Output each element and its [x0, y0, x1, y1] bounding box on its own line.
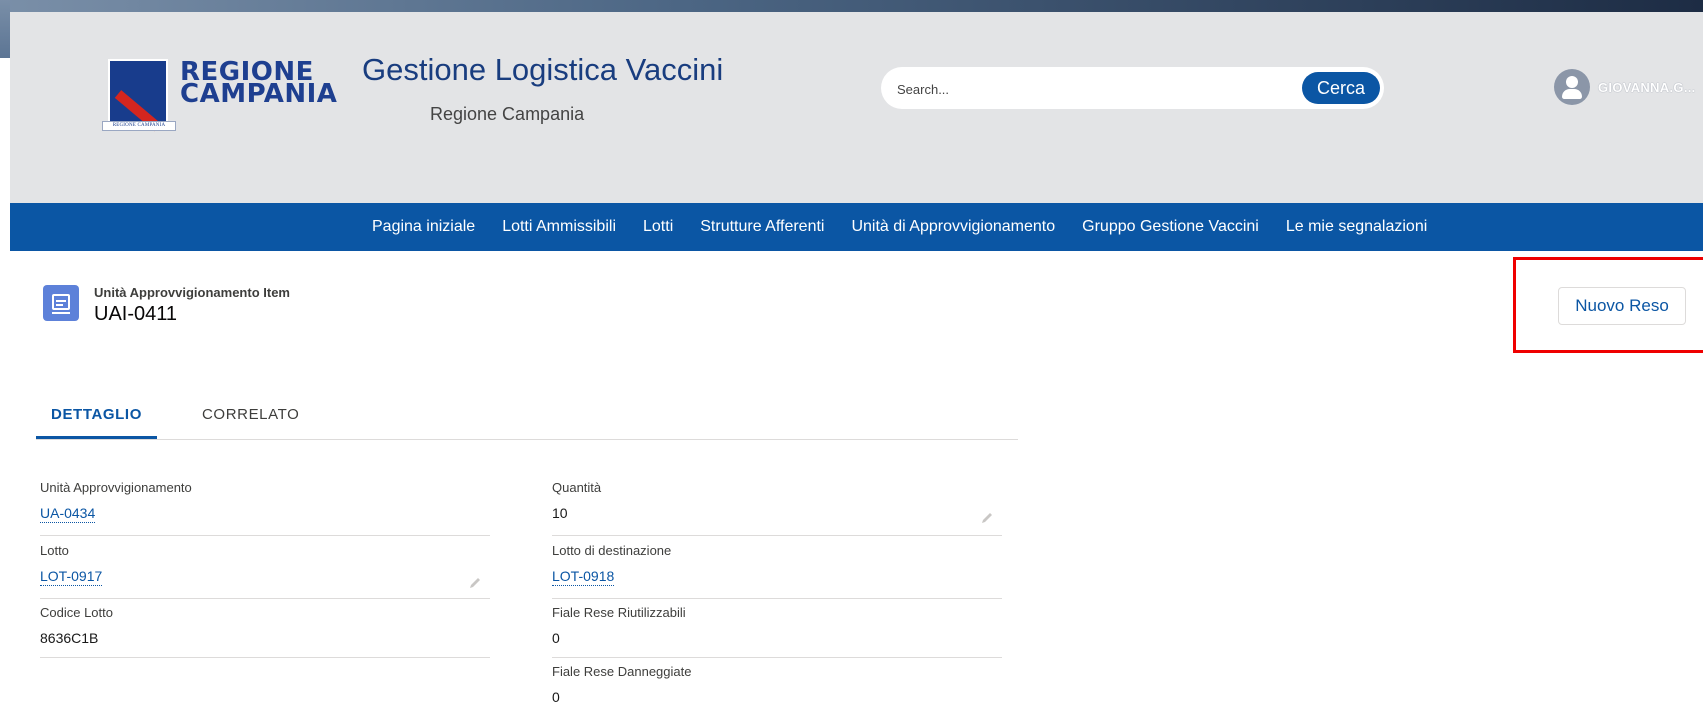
field-label: Quantità — [552, 480, 602, 495]
field-label: Codice Lotto — [40, 605, 113, 620]
field-divider — [40, 598, 490, 599]
nuovo-reso-button[interactable]: Nuovo Reso — [1558, 287, 1686, 325]
edit-pencil-icon[interactable] — [980, 511, 994, 525]
main-navigation: Pagina iniziale Lotti Ammissibili Lotti … — [10, 203, 1703, 251]
unita-approvvigionamento-link[interactable]: UA-0434 — [40, 505, 96, 523]
site-header: REGIONE CAMPANIA REGIONE CAMPANIA Gestio… — [10, 12, 1703, 203]
window-frame-edge — [0, 0, 10, 58]
nav-item-lotti[interactable]: Lotti — [643, 218, 673, 236]
record-tabs: DETTAGLIO CORRELATO — [36, 397, 1018, 440]
window-frame — [0, 0, 1703, 12]
search-button[interactable]: Cerca — [1302, 72, 1380, 104]
regione-campania-logo[interactable]: REGIONE CAMPANIA REGIONE CAMPANIA — [98, 53, 348, 133]
logo-line-2: CAMPANIA — [180, 79, 338, 109]
field-divider — [552, 535, 1002, 536]
field-divider — [40, 535, 490, 536]
field-label: Fiale Rese Riutilizzabili — [552, 605, 686, 620]
lotto-link[interactable]: LOT-0917 — [40, 568, 103, 586]
search-input[interactable] — [895, 77, 1259, 101]
logo-wordmark: REGIONE CAMPANIA — [180, 59, 350, 109]
app-subtitle: Regione Campania — [430, 104, 585, 124]
record-name: UAI-0411 — [94, 303, 178, 325]
app-title: Gestione Logistica Vaccini — [362, 52, 724, 87]
field-label: Unità Approvvigionamento — [40, 480, 192, 495]
nav-item-unita-approvvigionamento[interactable]: Unità di Approvvigionamento — [851, 218, 1055, 236]
edit-pencil-icon[interactable] — [468, 576, 482, 590]
field-label: Lotto di destinazione — [552, 543, 672, 558]
codice-lotto-value: 8636C1B — [40, 630, 99, 646]
nav-item-home[interactable]: Pagina iniziale — [372, 218, 475, 236]
tab-correlato[interactable]: CORRELATO — [202, 397, 299, 439]
fiale-riutilizzabili-value: 0 — [552, 630, 560, 646]
user-menu[interactable]: GIOVANNA.G... — [1554, 68, 1703, 106]
lotto-destinazione-link[interactable]: LOT-0918 — [552, 568, 615, 586]
record-document-icon — [43, 285, 79, 321]
region-emblem-icon — [108, 59, 168, 132]
field-divider — [40, 657, 490, 658]
nav-item-segnalazioni[interactable]: Le mie segnalazioni — [1286, 218, 1427, 236]
logo-caption: REGIONE CAMPANIA — [102, 121, 176, 131]
search-bar: Cerca — [881, 67, 1384, 109]
nav-item-gruppo-gestione-vaccini[interactable]: Gruppo Gestione Vaccini — [1082, 218, 1259, 236]
field-divider — [552, 598, 1002, 599]
user-avatar-icon — [1554, 69, 1590, 105]
record-type-label: Unità Approvvigionamento Item — [94, 285, 290, 300]
user-name: GIOVANNA.G... — [1598, 79, 1696, 95]
tab-dettaglio[interactable]: DETTAGLIO — [36, 397, 157, 439]
nav-item-lotti-ammissibili[interactable]: Lotti Ammissibili — [502, 218, 616, 236]
fiale-danneggiate-value: 0 — [552, 689, 560, 705]
field-label: Lotto — [40, 543, 69, 558]
nav-item-strutture-afferenti[interactable]: Strutture Afferenti — [700, 218, 824, 236]
quantita-value: 10 — [552, 505, 568, 521]
field-label: Fiale Rese Danneggiate — [552, 664, 692, 679]
field-divider — [552, 657, 1002, 658]
